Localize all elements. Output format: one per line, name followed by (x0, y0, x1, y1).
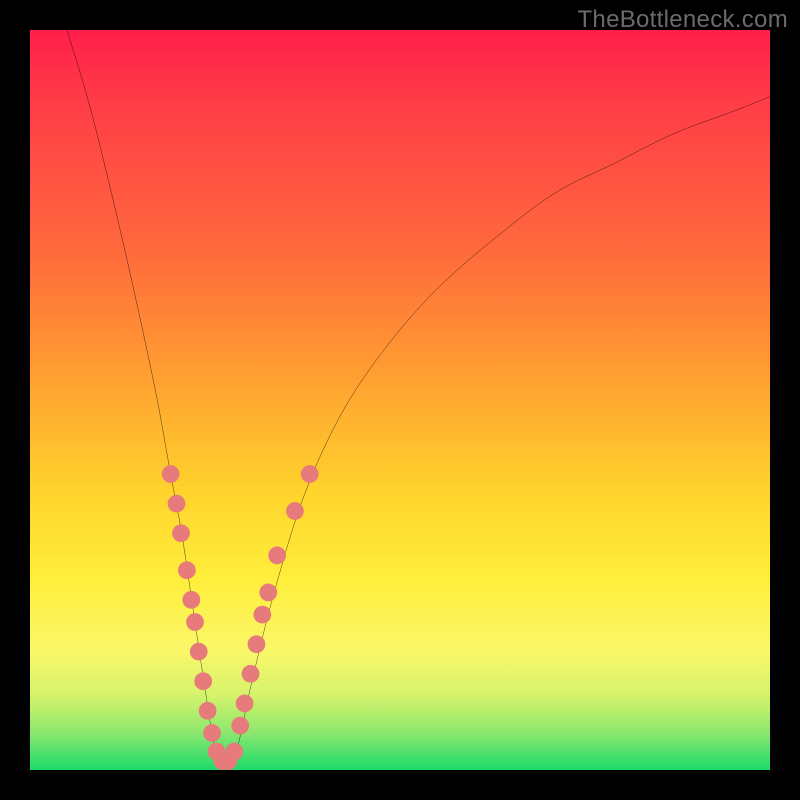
highlight-dot (301, 465, 319, 483)
highlight-dot (182, 591, 200, 609)
highlight-dot (253, 606, 271, 624)
highlight-dot (268, 547, 286, 565)
watermark-text: TheBottleneck.com (577, 6, 788, 34)
highlight-dot (225, 743, 243, 761)
highlight-dot (242, 665, 260, 683)
highlight-dot (203, 724, 221, 742)
highlight-dot (178, 561, 196, 579)
highlight-dot (199, 702, 217, 720)
chart-frame: TheBottleneck.com (0, 0, 800, 800)
highlight-dot (248, 635, 266, 653)
plot-area (30, 30, 770, 770)
highlight-dot (236, 695, 254, 713)
highlight-dot (162, 465, 180, 483)
highlight-dots (162, 465, 319, 770)
bottleneck-curve (67, 30, 770, 763)
highlight-dot (259, 584, 277, 602)
highlight-dot (172, 524, 190, 542)
chart-svg (30, 30, 770, 770)
highlight-dot (190, 643, 208, 661)
highlight-dot (194, 672, 212, 690)
highlight-dot (186, 613, 204, 631)
highlight-dot (286, 502, 304, 520)
highlight-dot (168, 495, 186, 513)
highlight-dot (231, 717, 249, 735)
